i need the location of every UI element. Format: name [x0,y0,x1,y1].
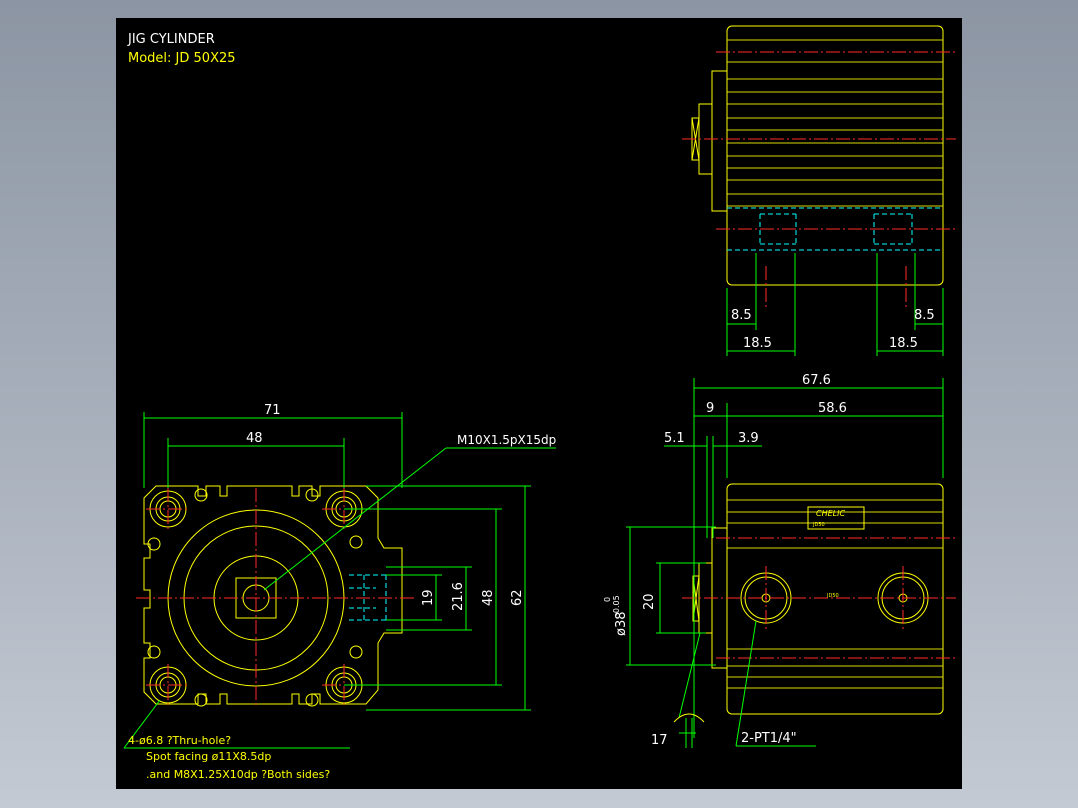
port-callout: 2-PT1/4" [741,731,797,746]
dim-top-right-185: 18.5 [889,336,918,351]
dim-body-586: 58.6 [818,401,847,416]
drawing-canvas: JIG CYLINDER Model: JD 50X25 8.5 8.5 18.… [116,18,962,789]
dim-height-62: 62 [510,589,525,606]
hole-note-line3: .and M8X1.25X10dp ?Both sides? [146,768,330,781]
front-end-view: 71 48 19 21.6 48 62 M10X1.5pX15dp 4-ø6.8… [123,403,556,781]
dim-overall-length: 67.6 [802,373,831,388]
cad-drawing: JIG CYLINDER Model: JD 50X25 8.5 8.5 18.… [123,25,956,781]
dim-width-71: 71 [264,403,281,418]
front-side-view: CHELIC JD50 JD50 67.6 9 58.6 5.1 3.9 ø38… [603,373,956,748]
dim-rod-9: 9 [706,401,714,416]
dim-39: 3.9 [738,431,759,446]
dim-17: 17 [651,733,668,748]
thread-callout: M10X1.5pX15dp [457,433,556,447]
model-label: Model: JD 50X25 [128,51,236,66]
dim-width-48: 48 [246,431,263,446]
drawing-title: JIG CYLINDER [127,32,215,47]
hole-note-line2: Spot facing ø11X8.5dp [146,750,271,763]
dim-top-left-85: 8.5 [731,308,752,323]
dim-height-216: 21.6 [451,582,466,611]
top-view-rod [711,70,728,212]
top-side-view: 8.5 8.5 18.5 18.5 [682,25,956,356]
dim-tol-upper: 0 [603,597,612,602]
dim-20: 20 [642,593,657,610]
nameplate-brand: CHELIC [816,509,845,518]
dim-top-left-185: 18.5 [743,336,772,351]
dim-51: 5.1 [664,431,685,446]
nameplate-code: JD50 [812,522,825,528]
hole-note-line1: 4-ø6.8 ?Thru-hole? [128,734,231,747]
dim-top-right-85: 8.5 [914,308,935,323]
side-view-body [726,483,944,715]
dim-height-48: 48 [481,589,496,606]
dim-height-19: 19 [421,589,436,606]
dim-tol-lower: -0.05 [612,595,621,616]
